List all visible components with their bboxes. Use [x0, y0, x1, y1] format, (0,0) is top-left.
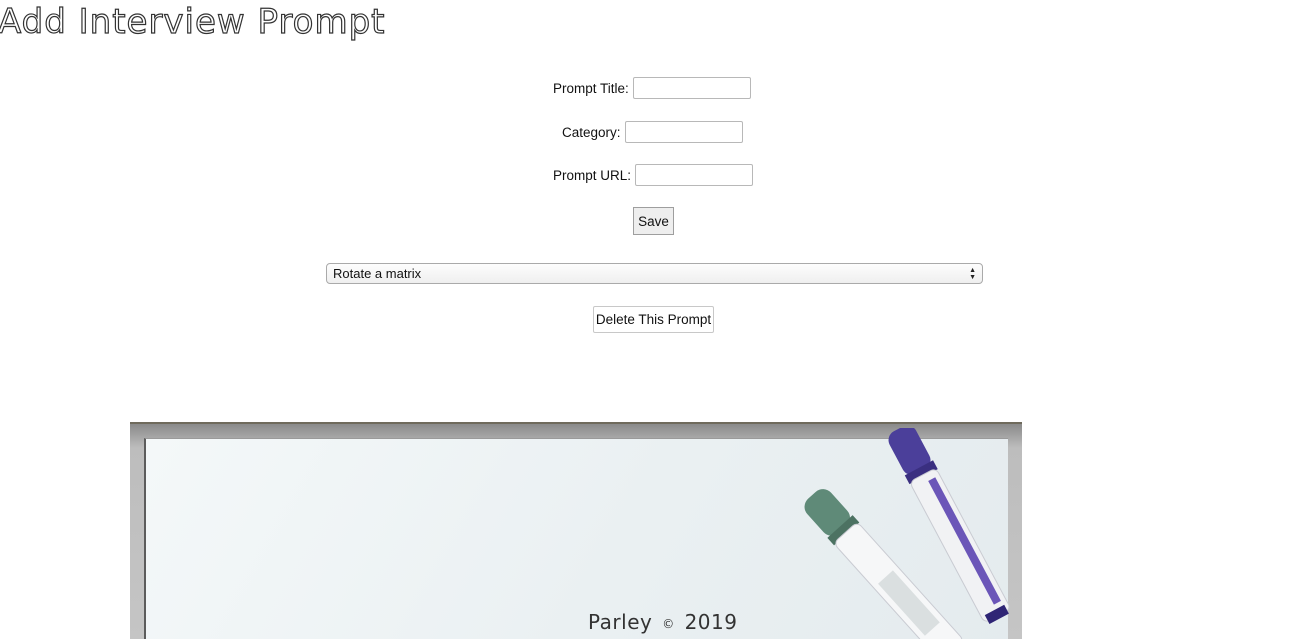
prompt-url-row: Prompt URL: — [553, 164, 754, 186]
updown-icon: ▲ ▼ — [969, 266, 976, 281]
prompt-title-input[interactable] — [632, 77, 751, 99]
footer-year: 2019 — [684, 610, 738, 634]
copyright-symbol: © — [662, 616, 675, 631]
page: Add Interview Prompt Prompt Title: Categ… — [0, 0, 1296, 639]
prompt-select[interactable]: Rotate a matrix ▲ ▼ — [326, 263, 983, 284]
category-input[interactable] — [624, 121, 743, 143]
category-label: Category: — [562, 124, 621, 140]
category-row: Category: — [562, 121, 743, 143]
prompt-title-label: Prompt Title: — [553, 80, 629, 96]
save-button[interactable]: Save — [633, 207, 674, 235]
footer-copyright: Parley © 2019 — [588, 610, 737, 634]
page-title: Add Interview Prompt — [0, 1, 386, 42]
footer-brand: Parley — [588, 610, 653, 634]
prompt-title-row: Prompt Title: — [553, 77, 751, 99]
prompt-url-label: Prompt URL: — [553, 167, 632, 183]
prompt-url-input[interactable] — [635, 164, 754, 186]
delete-prompt-button[interactable]: Delete This Prompt — [593, 306, 714, 333]
prompt-select-value: Rotate a matrix — [333, 266, 422, 281]
markers-image — [804, 428, 1010, 639]
